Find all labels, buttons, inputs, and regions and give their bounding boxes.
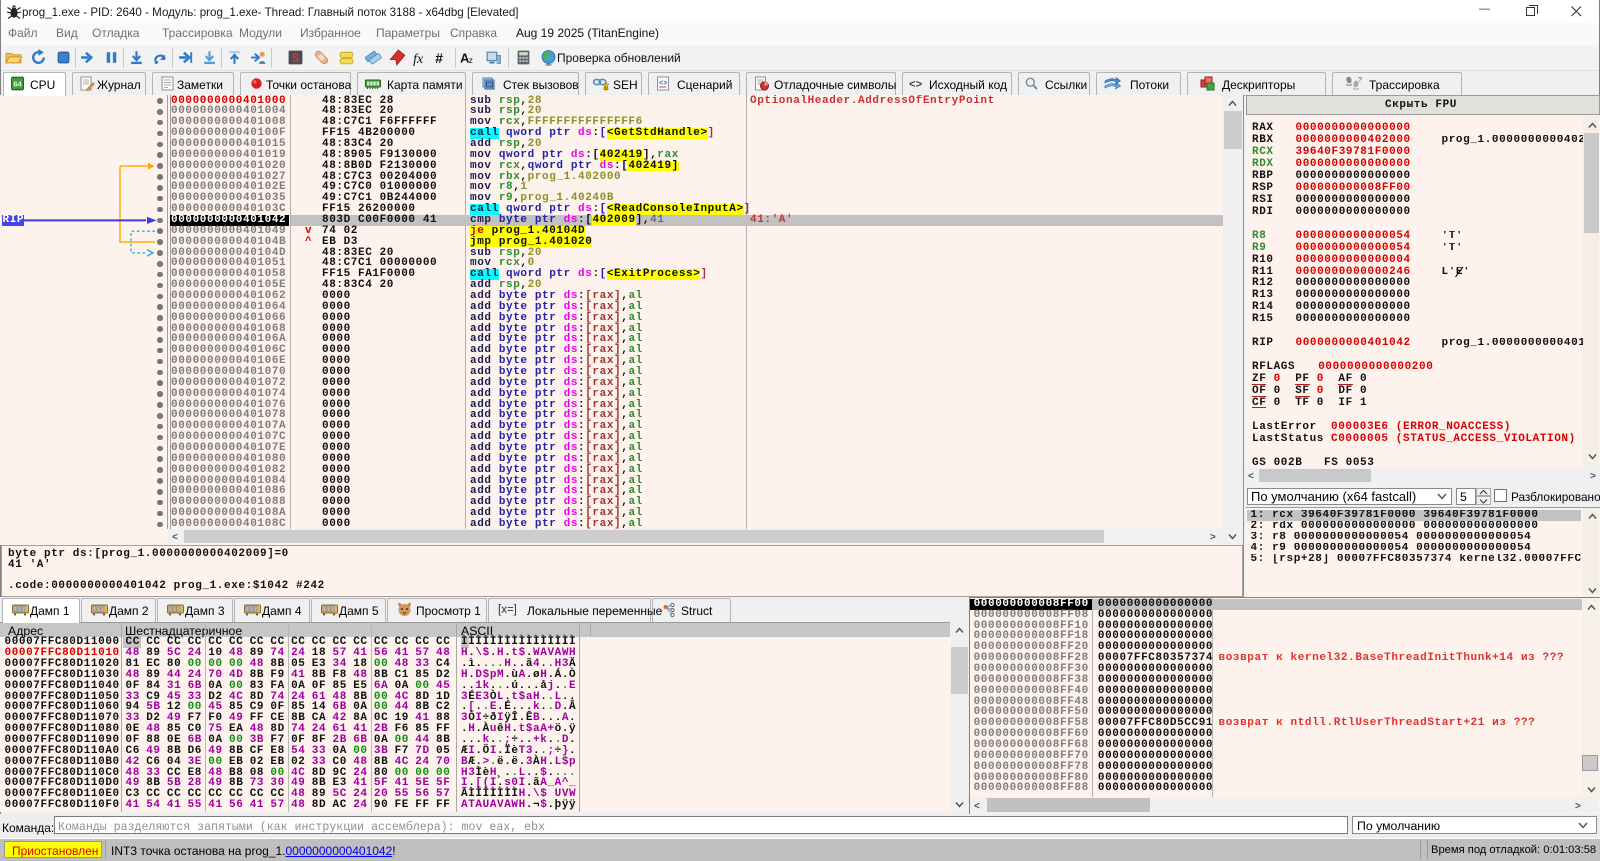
- svg-text:!: !: [605, 85, 606, 91]
- svg-text:S: S: [292, 52, 300, 65]
- svg-text:fx: fx: [413, 51, 424, 66]
- svg-text:#: #: [435, 50, 443, 66]
- svg-text:64: 64: [13, 80, 22, 89]
- svg-text:?: ?: [1358, 77, 1362, 84]
- svg-text:z: z: [469, 55, 473, 65]
- svg-text:<>: <>: [909, 80, 923, 92]
